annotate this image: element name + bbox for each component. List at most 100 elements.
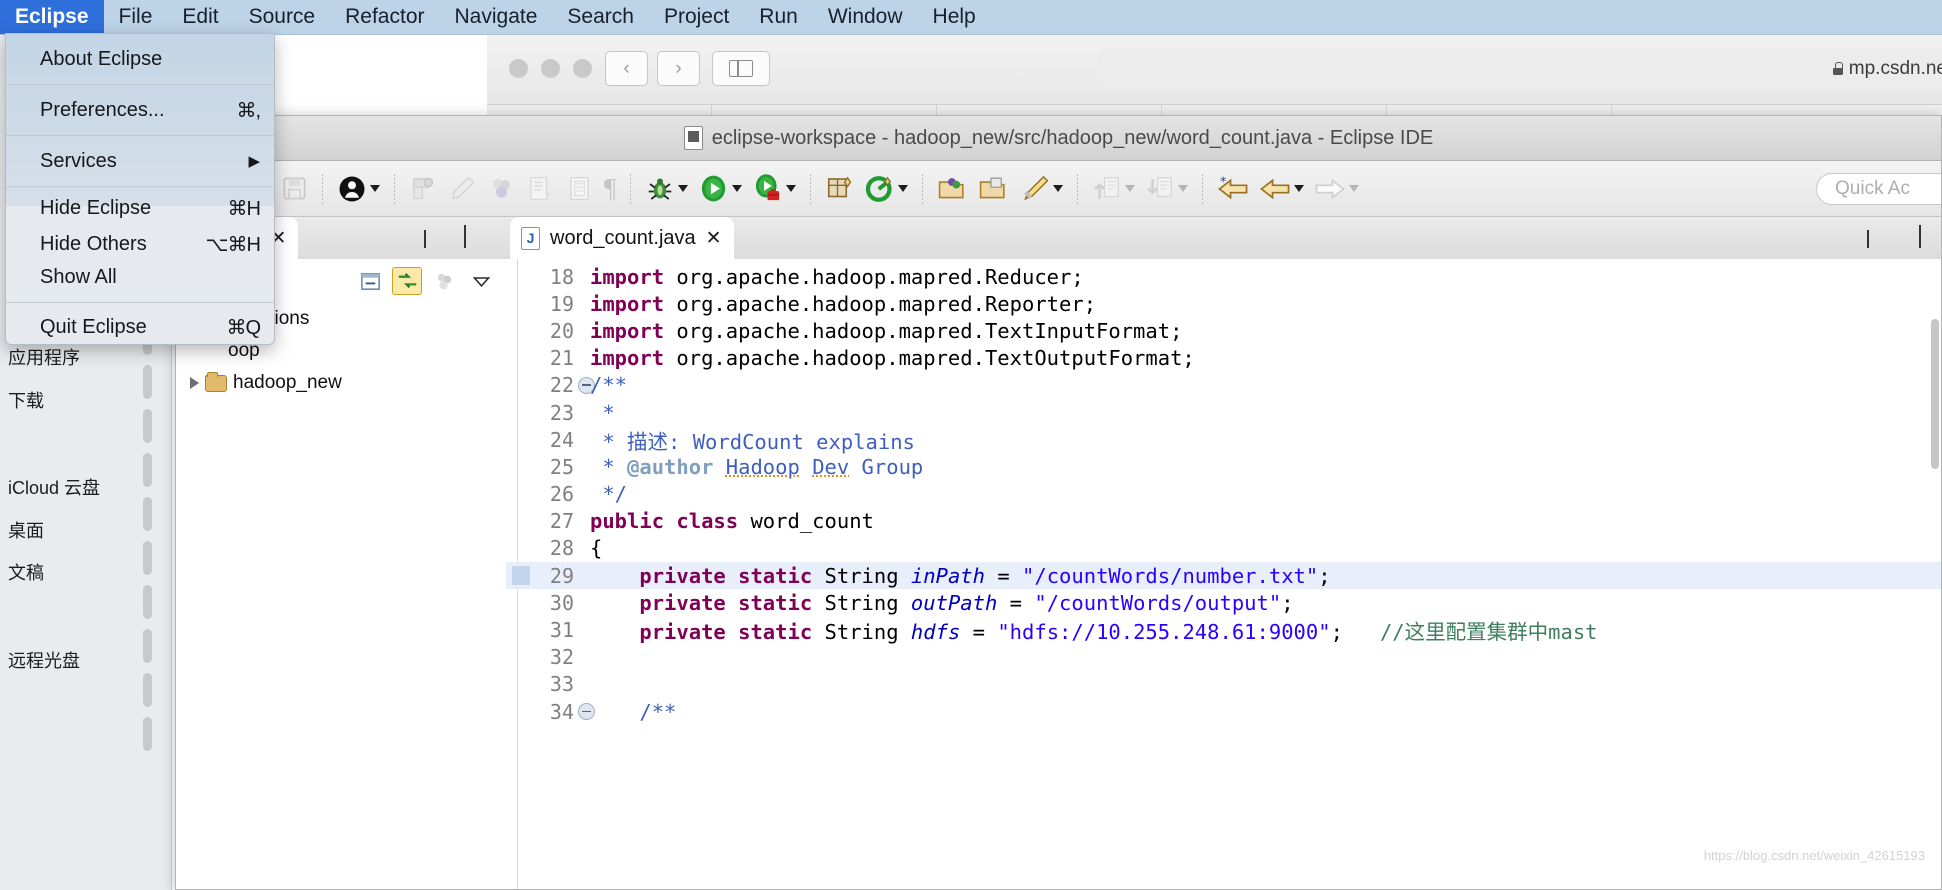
browser-forward-button[interactable]: › <box>657 51 700 86</box>
code-line[interactable]: 31 private static String hdfs = "hdfs://… <box>506 616 1941 644</box>
last-edit-location-icon[interactable]: * <box>1212 174 1254 204</box>
chevron-down-icon[interactable] <box>1053 185 1064 192</box>
browser-back-button[interactable]: ‹ <box>605 51 648 86</box>
editor-vertical-scrollbar[interactable] <box>1931 319 1939 469</box>
code-lines[interactable]: 18 import org.apache.hadoop.mapred.Reduce… <box>506 263 1941 725</box>
view-menu-icon[interactable] <box>466 267 496 295</box>
chevron-down-icon[interactable] <box>732 185 743 192</box>
open-folder-balls-icon[interactable] <box>932 173 973 204</box>
open-folder-file-icon[interactable] <box>973 173 1014 204</box>
menu-item-search[interactable]: Search <box>552 0 649 34</box>
code-editor[interactable]: 18 import org.apache.hadoop.mapred.Reduce… <box>506 259 1941 889</box>
menu-item-services[interactable]: Services ▶ <box>6 136 274 186</box>
menu-item-window[interactable]: Window <box>813 0 918 34</box>
finder-scrollbar-thumb[interactable] <box>143 365 152 399</box>
code-line[interactable]: 23 * <box>506 399 1941 426</box>
line-number: 31 <box>549 618 574 643</box>
code-line[interactable]: 22 /** <box>506 372 1941 399</box>
chevron-down-icon[interactable] <box>1294 185 1305 192</box>
code-line[interactable]: 24 * 描述: WordCount explains <box>506 426 1941 454</box>
quick-access-input[interactable]: Quick Ac <box>1816 173 1941 205</box>
code-line[interactable]: 19 import org.apache.hadoop.mapred.Report… <box>506 290 1941 317</box>
run-external-tools-icon[interactable] <box>747 173 801 204</box>
menu-item-hide-eclipse[interactable]: Hide Eclipse ⌘H <box>6 187 274 229</box>
editor-panel: J word_count.java ✕ 18 import org.apache.… <box>506 217 1941 889</box>
close-icon[interactable]: ✕ <box>706 227 722 250</box>
run-icon[interactable] <box>693 173 747 204</box>
code-line[interactable]: 18 import org.apache.hadoop.mapred.Reduce… <box>506 263 1941 290</box>
code-line[interactable]: 26 */ <box>506 481 1941 508</box>
close-window-button[interactable] <box>509 59 528 78</box>
menu-item-eclipse[interactable]: Eclipse <box>0 0 104 34</box>
user-account-icon[interactable] <box>332 174 385 204</box>
finder-scrollbar-thumb[interactable] <box>143 585 152 619</box>
menu-item-help[interactable]: Help <box>918 0 991 34</box>
code-line[interactable]: 30 private static String outPath = "/cou… <box>506 589 1941 616</box>
menu-item-file[interactable]: File <box>104 0 168 34</box>
code-line[interactable]: 21 import org.apache.hadoop.mapred.TextOu… <box>506 345 1941 372</box>
macos-menu-bar: Eclipse File Edit Source Refactor Naviga… <box>0 0 1942 35</box>
code-line[interactable]: 27 public class word_count <box>506 508 1941 535</box>
maximize-window-button[interactable] <box>573 59 592 78</box>
finder-scrollbar-thumb[interactable] <box>143 673 152 707</box>
menu-item-about-eclipse[interactable]: About Eclipse <box>6 34 274 84</box>
menu-item-navigate[interactable]: Navigate <box>440 0 553 34</box>
pencil-icon <box>443 174 482 203</box>
code-line[interactable]: 34 /** <box>506 698 1941 725</box>
code-text: * @author Hadoop Dev Group <box>590 454 924 479</box>
url-text: mp.csdn.ne <box>1848 57 1942 79</box>
menu-item-label: Hide Eclipse <box>40 196 152 219</box>
browser-address-bar[interactable]: mp.csdn.ne <box>1097 49 1942 88</box>
line-number: 23 <box>549 400 574 425</box>
code-line[interactable]: 33 <box>506 671 1941 698</box>
finder-scrollbar-thumb[interactable] <box>143 453 152 487</box>
menu-item-refactor[interactable]: Refactor <box>330 0 439 34</box>
minimize-view-button[interactable] <box>424 230 426 248</box>
code-line[interactable]: 25 * @author Hadoop Dev Group <box>506 453 1941 480</box>
chevron-down-icon[interactable] <box>1349 185 1360 192</box>
finder-scrollbar-thumb[interactable] <box>143 497 152 531</box>
chevron-down-icon[interactable] <box>786 185 797 192</box>
minimize-editor-button[interactable] <box>1867 230 1869 248</box>
code-line[interactable]: 28 { <box>506 535 1941 562</box>
tab-word-count-java[interactable]: J word_count.java ✕ <box>510 217 734 259</box>
menu-item-project[interactable]: Project <box>649 0 744 34</box>
new-window-icon[interactable] <box>820 174 860 204</box>
debug-bug-icon[interactable] <box>640 174 693 204</box>
link-with-editor-icon[interactable] <box>392 267 422 295</box>
coverage-icon[interactable] <box>860 174 913 204</box>
browser-sidebar-toggle[interactable] <box>712 51 770 86</box>
svg-text:*: * <box>1220 174 1227 188</box>
chevron-down-icon[interactable] <box>898 185 909 192</box>
menu-item-quit-eclipse[interactable]: Quit Eclipse ⌘Q <box>6 303 274 344</box>
menu-item-run[interactable]: Run <box>744 0 813 34</box>
finder-scrollbar-thumb[interactable] <box>143 629 152 663</box>
expand-triangle-icon[interactable] <box>190 377 199 389</box>
finder-scrollbar-thumb[interactable] <box>143 541 152 575</box>
code-line[interactable]: 20 import org.apache.hadoop.mapred.TextIn… <box>506 317 1941 344</box>
maximize-editor-button[interactable] <box>1919 225 1921 248</box>
back-icon[interactable] <box>1254 174 1309 204</box>
code-line[interactable]: 29 private static String inPath = "/coun… <box>506 562 1941 590</box>
chevron-down-icon[interactable] <box>370 185 380 192</box>
menu-item-show-all[interactable]: Show All <box>6 260 274 294</box>
finder-scrollbar-thumb[interactable] <box>143 409 152 443</box>
collapse-all-icon[interactable] <box>355 267 385 295</box>
chevron-down-icon[interactable] <box>678 185 689 192</box>
menu-item-preferences[interactable]: Preferences... ⌘, <box>6 85 274 135</box>
chevron-down-icon[interactable] <box>1125 185 1136 192</box>
tree-item-hadoop-new[interactable]: hadoop_new <box>176 367 506 399</box>
save-icon[interactable] <box>276 175 313 202</box>
code-text: import org.apache.hadoop.mapred.TextOutp… <box>590 346 1195 371</box>
chevron-down-icon[interactable] <box>1178 185 1189 192</box>
finder-scrollbar-thumb[interactable] <box>143 717 152 751</box>
view-menu-balls-icon[interactable] <box>429 267 459 295</box>
marker-pen-icon[interactable] <box>1014 173 1068 204</box>
menu-item-edit[interactable]: Edit <box>167 0 233 34</box>
window-traffic-lights[interactable] <box>509 59 592 78</box>
code-line[interactable]: 32 <box>506 644 1941 671</box>
maximize-view-button[interactable] <box>464 225 466 248</box>
minimize-window-button[interactable] <box>541 59 560 78</box>
menu-item-hide-others[interactable]: Hide Others ⌥⌘H <box>6 229 274 260</box>
menu-item-source[interactable]: Source <box>234 0 331 34</box>
